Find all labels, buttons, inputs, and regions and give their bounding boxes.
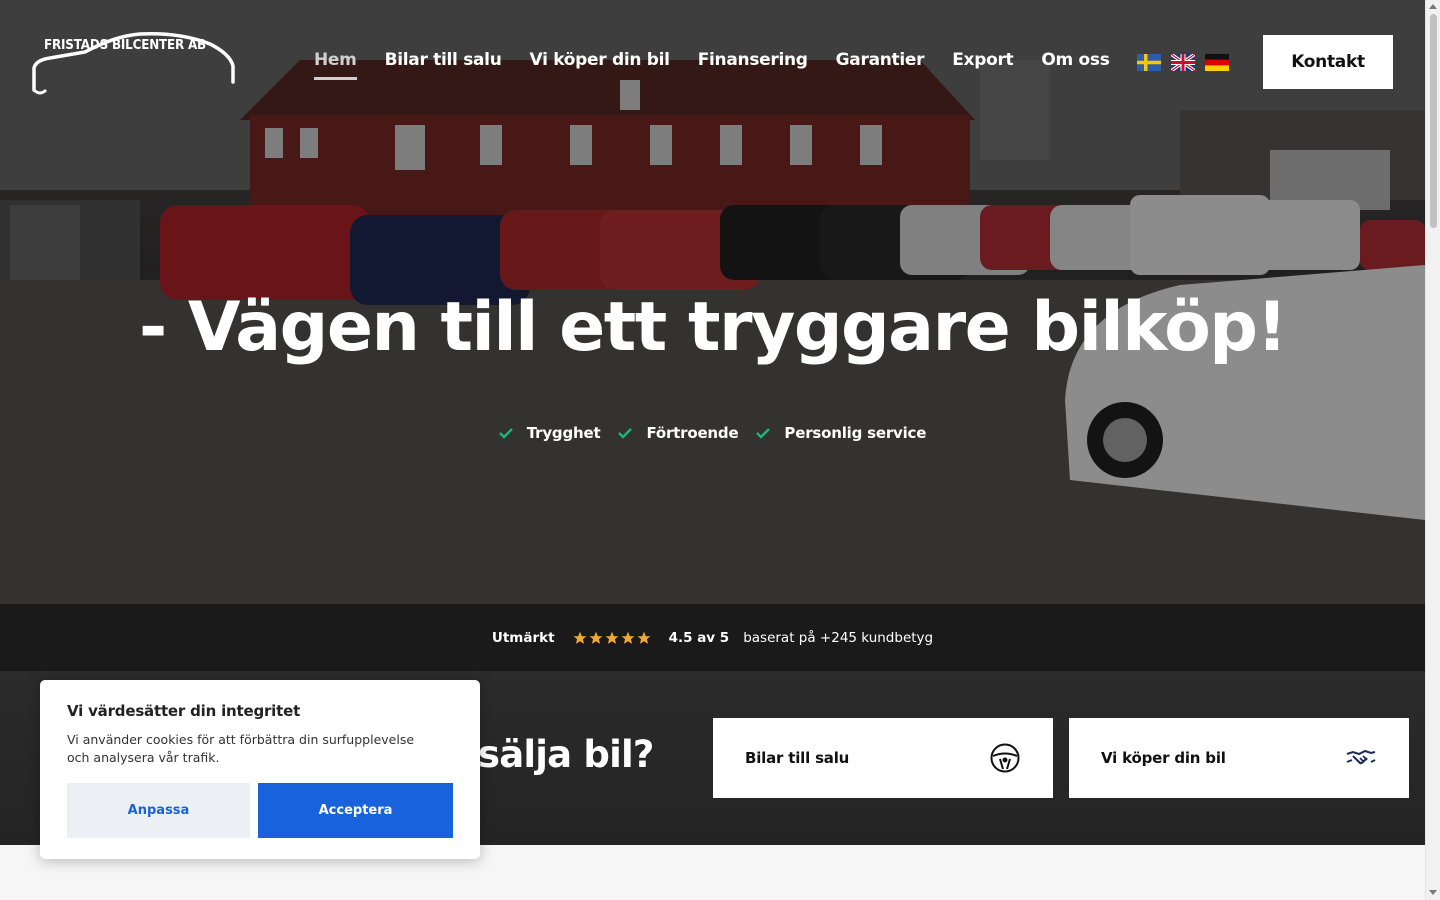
star-icon: [621, 631, 634, 644]
feature-item: Förtroende: [618, 424, 739, 442]
scroll-up-icon[interactable]: [1429, 4, 1437, 9]
card-label: Bilar till salu: [745, 749, 850, 767]
rating-label: Utmärkt: [491, 629, 555, 646]
uk-flag-icon[interactable]: [1171, 54, 1195, 71]
cookie-buttons: Anpassa Acceptera: [67, 783, 453, 838]
german-flag-icon[interactable]: [1205, 54, 1229, 71]
star-icon: [589, 631, 602, 644]
cookie-consent-dialog: Vi värdesätter din integritet Vi använde…: [40, 680, 480, 859]
check-icon: [618, 428, 633, 439]
star-icon: [605, 631, 618, 644]
logo-text[interactable]: FRISTADS BILCENTER AB: [44, 38, 206, 53]
feature-label: Trygghet: [526, 424, 601, 442]
hero-title: - Vägen till ett tryggare bilköp!: [138, 288, 1288, 367]
nav-item-vi-koper-din-bil[interactable]: Vi köper din bil: [530, 50, 670, 80]
star-icon: [573, 631, 586, 644]
hero-features: Trygghet Förtroende Personlig service: [0, 424, 1425, 442]
card-vi-koper-din-bil[interactable]: Vi köper din bil: [1069, 718, 1409, 798]
card-bilar-till-salu[interactable]: Bilar till salu: [713, 718, 1053, 798]
feature-label: Förtroende: [646, 424, 739, 442]
cookie-title: Vi värdesätter din integritet: [67, 702, 301, 720]
nav-item-export[interactable]: Export: [952, 50, 1013, 80]
swedish-flag-icon[interactable]: [1137, 54, 1161, 71]
cta-title: sälja bil?: [478, 733, 654, 776]
steering-wheel-icon: [990, 743, 1020, 773]
rating-stars: [573, 631, 651, 645]
contact-button[interactable]: Kontakt: [1263, 35, 1393, 89]
half-star-icon: [637, 631, 650, 644]
scroll-thumb[interactable]: [1430, 14, 1437, 228]
feature-label: Personlig service: [784, 424, 927, 442]
card-label: Vi köper din bil: [1101, 749, 1226, 767]
hero-section: FRISTADS BILCENTER AB Hem Bilar till sal…: [0, 0, 1425, 604]
page-scrollbar[interactable]: [1425, 0, 1440, 900]
nav-item-garantier[interactable]: Garantier: [836, 50, 925, 80]
language-switcher: [1137, 54, 1229, 71]
scroll-down-icon[interactable]: [1429, 890, 1437, 895]
feature-item: Personlig service: [756, 424, 926, 442]
main-navigation: Hem Bilar till salu Vi köper din bil Fin…: [314, 50, 1110, 80]
rating-score: 4.5 av 5: [668, 629, 730, 646]
handshake-icon: [1346, 749, 1376, 765]
check-icon: [756, 428, 771, 439]
nav-item-finansering[interactable]: Finansering: [698, 50, 808, 80]
cookie-text: Vi använder cookies för att förbättra di…: [67, 732, 415, 765]
accept-button[interactable]: Acceptera: [258, 783, 453, 838]
rating-suffix: baserat på +245 kundbetyg: [743, 629, 934, 646]
nav-item-om-oss[interactable]: Om oss: [1041, 50, 1110, 80]
check-icon: [498, 428, 513, 439]
rating-bar[interactable]: Utmärkt 4.5 av 5 baserat på +245 kundbet…: [0, 604, 1425, 671]
nav-item-hem[interactable]: Hem: [314, 50, 357, 80]
feature-item: Trygghet: [498, 424, 601, 442]
customize-button[interactable]: Anpassa: [67, 783, 250, 838]
nav-item-bilar-till-salu[interactable]: Bilar till salu: [385, 50, 502, 80]
